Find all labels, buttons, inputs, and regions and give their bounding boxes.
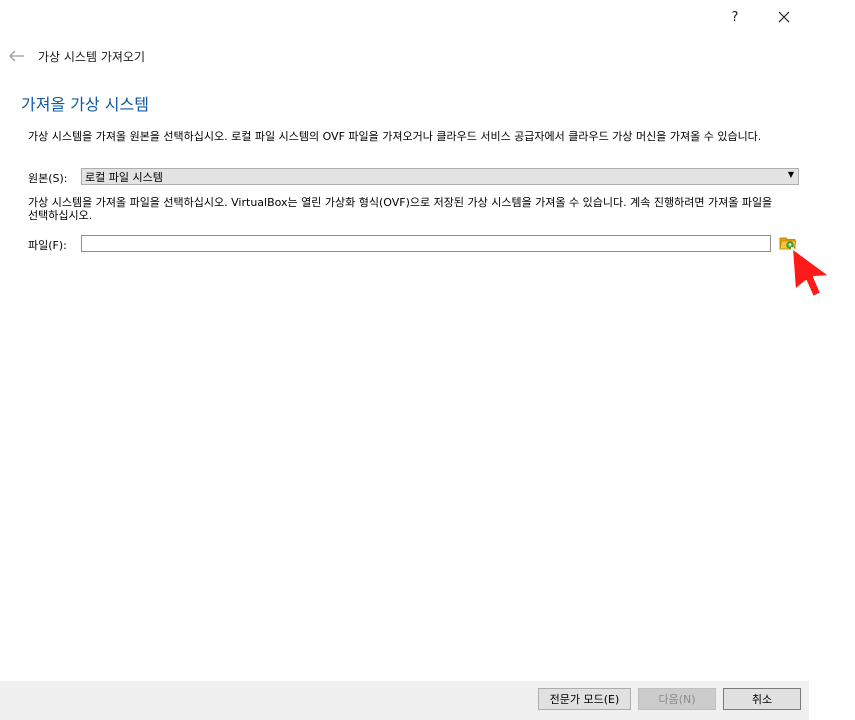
close-button[interactable] <box>769 6 799 28</box>
help-button[interactable]: ? <box>720 6 750 28</box>
source-selected-value: 로컬 파일 시스템 <box>85 170 163 184</box>
next-button[interactable]: 다음(N) <box>638 688 716 710</box>
file-path-input[interactable] <box>81 235 771 252</box>
mouse-cursor <box>790 246 834 300</box>
source-label: 원본(S): <box>28 172 68 185</box>
cursor-arrow-icon <box>791 247 831 298</box>
page-title: 가져올 가상 시스템 <box>21 95 149 114</box>
source-description: 가상 시스템을 가져올 원본을 선택하십시오. 로컬 파일 시스템의 OVF 파… <box>28 130 762 143</box>
wizard-title: 가상 시스템 가져오기 <box>38 50 145 64</box>
back-arrow-icon <box>9 50 24 62</box>
back-button[interactable] <box>8 48 26 64</box>
expert-mode-button[interactable]: 전문가 모드(E) <box>538 688 631 710</box>
cancel-button[interactable]: 취소 <box>723 688 801 710</box>
close-icon <box>778 11 790 23</box>
file-description: 가상 시스템을 가져올 파일을 선택하십시오. VirtualBox는 열린 가… <box>28 196 773 222</box>
file-label: 파일(F): <box>28 239 67 252</box>
source-select[interactable]: 로컬 파일 시스템 ▼ <box>81 168 799 185</box>
chevron-down-icon: ▼ <box>787 170 794 179</box>
